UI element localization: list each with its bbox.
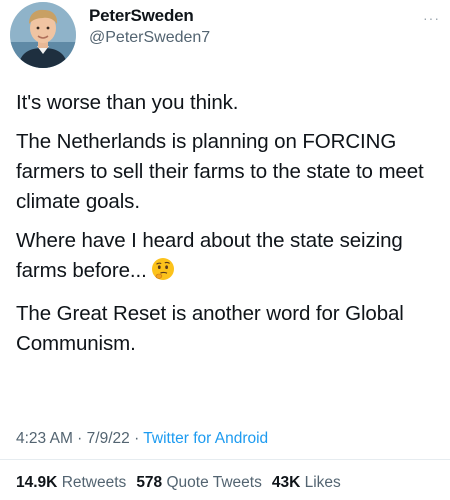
retweets-stat[interactable]: 14.9K Retweets bbox=[16, 474, 126, 491]
quote-tweets-label: Quote Tweets bbox=[166, 474, 262, 491]
thinking-face-icon bbox=[151, 257, 175, 290]
tweet-paragraph-text: Where have I heard about the state seizi… bbox=[16, 229, 403, 282]
divider bbox=[0, 459, 450, 460]
meta-separator: · bbox=[72, 430, 87, 447]
engagement-stats: 14.9K Retweets 578 Quote Tweets 43K Likes bbox=[16, 474, 341, 492]
tweet-paragraph: The Netherlands is planning on FORCING f… bbox=[16, 130, 424, 213]
avatar[interactable] bbox=[10, 2, 76, 68]
likes-stat[interactable]: 43K Likes bbox=[272, 474, 341, 491]
tweet-source-link[interactable]: Twitter for Android bbox=[143, 430, 268, 447]
tweet-date[interactable]: 7/9/22 bbox=[87, 430, 130, 447]
avatar-image bbox=[10, 2, 76, 68]
likes-count: 43K bbox=[271, 474, 301, 491]
quote-tweets-count: 578 bbox=[136, 474, 163, 491]
meta-separator: · bbox=[129, 430, 144, 447]
more-options-icon[interactable]: ··· bbox=[423, 10, 440, 26]
tweet-paragraph: Where have I heard about the state seizi… bbox=[16, 226, 441, 290]
tweet-body: It's worse than you think. The Netherlan… bbox=[16, 88, 441, 368]
tweet-paragraph: It's worse than you think. bbox=[16, 91, 239, 114]
user-handle[interactable]: @PeterSweden7 bbox=[89, 29, 210, 47]
quote-tweets-stat[interactable]: 578 Quote Tweets bbox=[136, 474, 262, 491]
tweet-paragraph: The Great Reset is another word for Glob… bbox=[16, 302, 404, 355]
likes-label: Likes bbox=[304, 474, 341, 491]
retweets-label: Retweets bbox=[61, 474, 127, 491]
retweets-count: 14.9K bbox=[16, 474, 58, 491]
display-name[interactable]: PeterSweden bbox=[89, 6, 194, 26]
tweet-card: PeterSweden @PeterSweden7 ··· It's worse… bbox=[0, 0, 450, 500]
tweet-time[interactable]: 4:23 AM bbox=[16, 430, 73, 447]
tweet-metadata: 4:23 AM · 7/9/22 · Twitter for Android bbox=[16, 430, 268, 448]
